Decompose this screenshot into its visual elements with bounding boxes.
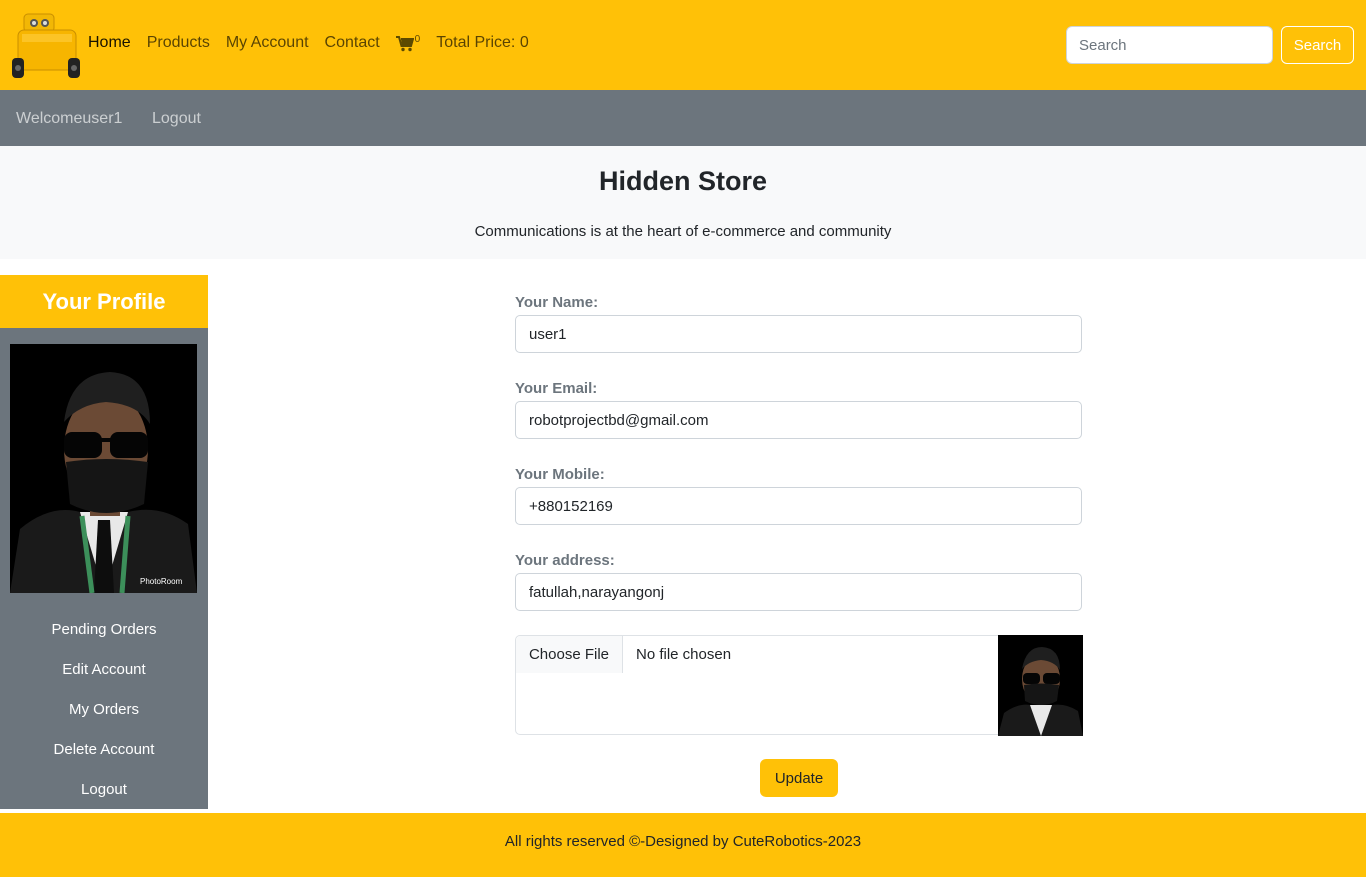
photo-preview-thumbnail [998,635,1083,736]
total-price: Total Price: 0 [436,34,529,51]
nav-contact-link[interactable]: Contact [325,34,380,52]
address-label: Your address: [515,552,615,569]
email-group: Your Email: [515,380,1082,466]
main-nav: Home Products My Account Contact 0 Total… [88,34,529,52]
edit-account-form: Your Name: Your Email: Your Mobile: Your… [515,294,1082,638]
mobile-group: Your Mobile: [515,466,1082,552]
nav-products-link[interactable]: Products [147,34,210,52]
svg-text:PhotoRoom: PhotoRoom [140,577,183,586]
profile-menu: Pending Orders Edit Account My Orders De… [0,620,208,820]
sidebar-item-delete-account[interactable]: Delete Account [0,740,208,780]
cart-count-badge: 0 [414,34,421,45]
sidebar-item-pending-orders[interactable]: Pending Orders [0,620,208,660]
address-group: Your address: [515,552,1082,638]
nav-my-account-link[interactable]: My Account [226,34,309,52]
choose-file-button[interactable]: Choose File [516,636,623,673]
email-field[interactable] [515,401,1082,439]
profile-sidebar: Your Profile PhotoRoom Pending Orders Ed… [0,275,208,809]
search-button[interactable]: Search [1281,26,1354,64]
update-button[interactable]: Update [760,759,838,797]
name-group: Your Name: [515,294,1082,380]
nav-home-link[interactable]: Home [88,34,131,52]
mobile-label: Your Mobile: [515,466,605,483]
file-status-text: No file chosen [636,646,732,663]
logout-link[interactable]: Logout [152,110,201,128]
user-bar: Welcomeuser1 Logout [0,90,1366,146]
robot-logo-icon[interactable] [10,10,82,82]
sidebar-item-my-orders[interactable]: My Orders [0,700,208,740]
footer: All rights reserved ©-Designed by CuteRo… [0,813,1366,877]
profile-photo: PhotoRoom [10,344,197,593]
sidebar-item-edit-account[interactable]: Edit Account [0,660,208,700]
address-field[interactable] [515,573,1082,611]
mobile-field[interactable] [515,487,1082,525]
shopping-cart-icon [395,36,414,52]
name-label: Your Name: [515,294,599,311]
profile-heading: Your Profile [0,275,208,328]
name-field[interactable] [515,315,1082,353]
store-tagline: Communications is at the heart of e-comm… [474,223,892,240]
store-title: Hidden Store [598,166,767,196]
welcome-text: Welcomeuser1 [16,110,123,127]
photo-upload-field: Choose File No file chosen [515,635,1083,736]
email-label: Your Email: [515,380,598,397]
top-navbar: Home Products My Account Contact 0 Total… [0,0,1366,90]
footer-copyright: All rights reserved ©-Designed by CuteRo… [504,833,862,850]
cart-link[interactable]: 0 [395,34,421,52]
store-banner: Hidden Store Communications is at the he… [0,146,1366,259]
search-input[interactable] [1066,26,1273,64]
